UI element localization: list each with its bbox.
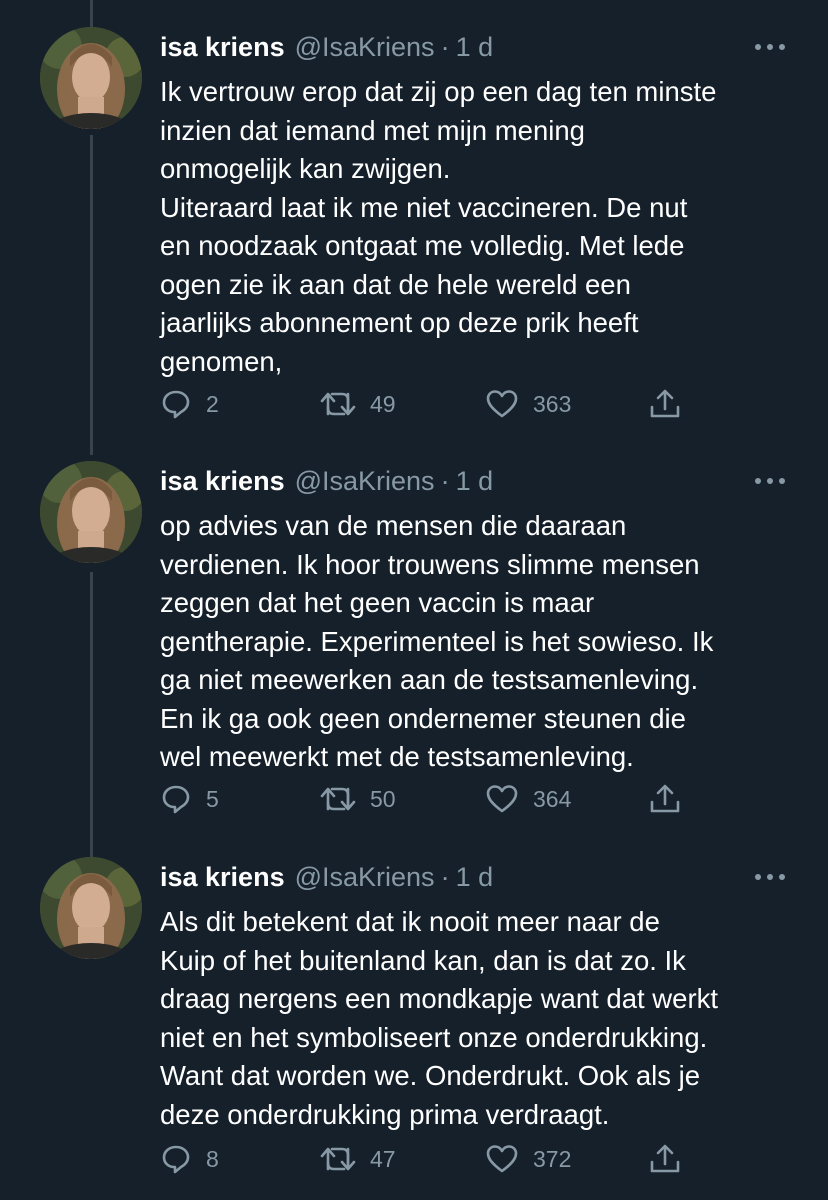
text-line: Als dit betekent dat ik nooit meer naar … xyxy=(160,906,660,937)
timestamp[interactable]: 1 d xyxy=(456,862,494,893)
text-line: verdienen. Ik hoor trouwens slimme mense… xyxy=(160,548,700,580)
text-line: zeggen dat het geen vaccin is maar xyxy=(160,587,595,618)
avatar[interactable] xyxy=(40,27,142,129)
text-line: en noodzaak ontgaat me volledig. Met led… xyxy=(160,230,685,261)
display-name[interactable]: isa kriens xyxy=(160,32,285,63)
retweet-icon xyxy=(320,1143,356,1175)
text-line: ogen zie ik aan dat de hele wereld een xyxy=(160,268,631,300)
heart-icon xyxy=(485,388,519,420)
retweet-button[interactable]: 50 xyxy=(320,779,396,819)
tweet-header: isa kriens @IsaKriens · 1 d xyxy=(160,461,493,501)
text-line: op advies van de mensen die daaraan xyxy=(160,510,627,541)
text-line: jaarlijks abonnement op deze prik heeft xyxy=(160,307,639,338)
tweet-text: Als dit betekent dat ik nooit meer naar … xyxy=(160,903,800,1134)
heart-icon xyxy=(485,1143,519,1175)
text-line: draag nergens een mondkapje want dat wer… xyxy=(160,983,718,1014)
thread-line xyxy=(90,135,93,455)
reply-count: 5 xyxy=(206,785,219,812)
text-line: genomen, xyxy=(160,345,283,377)
reply-count: 2 xyxy=(206,390,219,417)
timestamp[interactable]: 1 d xyxy=(456,466,494,497)
like-count: 364 xyxy=(533,785,572,812)
like-count: 363 xyxy=(533,390,572,417)
text-line: deze onderdrukking prima verdraagt. xyxy=(160,1098,610,1130)
text-line: En ik ga ook geen ondernemer steunen die xyxy=(160,702,686,734)
like-count: 372 xyxy=(533,1145,572,1172)
separator: · xyxy=(440,861,450,892)
display-name[interactable]: isa kriens xyxy=(160,466,285,497)
like-button[interactable]: 363 xyxy=(485,384,571,424)
text-line: ga niet meewerken aan de testsamenleving… xyxy=(160,664,699,695)
more-options-icon[interactable] xyxy=(750,859,790,895)
tweet-actions: 8 47 372 xyxy=(160,1139,720,1179)
avatar[interactable] xyxy=(40,461,142,563)
more-options-icon[interactable] xyxy=(750,29,790,65)
text-line: Ik vertrouw erop dat zij op een dag ten … xyxy=(160,76,717,107)
more-options-icon[interactable] xyxy=(750,463,790,499)
separator: · xyxy=(440,31,450,62)
reply-icon xyxy=(160,388,192,420)
reply-button[interactable]: 5 xyxy=(160,779,219,819)
text-line: inzien dat iemand met mijn mening xyxy=(160,114,585,146)
tweet-header: isa kriens @IsaKriens · 1 d xyxy=(160,857,493,897)
reply-icon xyxy=(160,783,192,815)
share-button[interactable] xyxy=(648,384,682,424)
text-line: Want dat worden we. Onderdrukt. Ook als … xyxy=(160,1060,701,1091)
tweet-header: isa kriens @IsaKriens · 1 d xyxy=(160,27,493,67)
text-line: niet en het symboliseert onze onderdrukk… xyxy=(160,1021,708,1053)
reply-button[interactable]: 8 xyxy=(160,1139,219,1179)
avatar[interactable] xyxy=(40,857,142,959)
share-button[interactable] xyxy=(648,1139,682,1179)
share-icon xyxy=(648,782,682,816)
reply-count: 8 xyxy=(206,1145,219,1172)
thread-line xyxy=(90,572,93,858)
tweet-text: op advies van de mensen die daaraan verd… xyxy=(160,507,800,777)
text-line: Uiteraard laat ik me niet vaccineren. De… xyxy=(160,191,688,223)
separator: · xyxy=(440,465,450,496)
heart-icon xyxy=(485,783,519,815)
retweet-button[interactable]: 49 xyxy=(320,384,396,424)
like-button[interactable]: 372 xyxy=(485,1139,571,1179)
text-line: onmogelijk kan zwijgen. xyxy=(160,153,451,184)
share-icon xyxy=(648,1142,682,1176)
tweet-text: Ik vertrouw erop dat zij op een dag ten … xyxy=(160,73,800,381)
display-name[interactable]: isa kriens xyxy=(160,862,285,893)
share-button[interactable] xyxy=(648,779,682,819)
retweet-count: 50 xyxy=(370,785,396,812)
retweet-count: 47 xyxy=(370,1145,396,1172)
retweet-icon xyxy=(320,388,356,420)
username[interactable]: @IsaKriens xyxy=(295,32,435,63)
share-icon xyxy=(648,387,682,421)
retweet-button[interactable]: 47 xyxy=(320,1139,396,1179)
reply-button[interactable]: 2 xyxy=(160,384,219,424)
text-line: wel meewerkt met de testsamenleving. xyxy=(160,741,634,772)
username[interactable]: @IsaKriens xyxy=(295,466,435,497)
thread-line xyxy=(90,0,93,30)
username[interactable]: @IsaKriens xyxy=(295,862,435,893)
tweet-actions: 5 50 364 xyxy=(160,779,720,819)
reply-icon xyxy=(160,1143,192,1175)
timestamp[interactable]: 1 d xyxy=(456,32,494,63)
retweet-icon xyxy=(320,783,356,815)
retweet-count: 49 xyxy=(370,390,396,417)
text-line: gentherapie. Experimenteel is het sowies… xyxy=(160,625,714,657)
tweet-actions: 2 49 363 xyxy=(160,384,720,424)
like-button[interactable]: 364 xyxy=(485,779,571,819)
text-line: Kuip of het buitenland kan, dan is dat z… xyxy=(160,944,686,976)
